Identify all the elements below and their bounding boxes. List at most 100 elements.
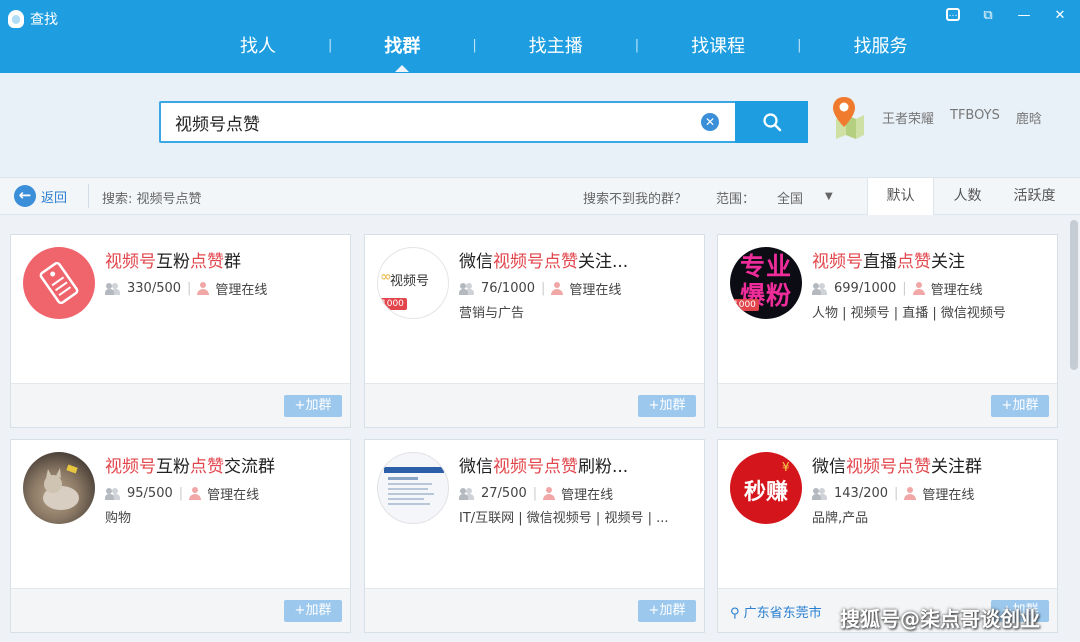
tab-find-courses[interactable]: 找课程 xyxy=(669,32,767,58)
join-group-button[interactable]: +加群 xyxy=(991,395,1049,417)
screenshot-thumbnail-icon xyxy=(384,467,444,505)
group-name[interactable]: 微信视频号点赞关注... xyxy=(459,247,628,272)
close-icon[interactable]: ✕ xyxy=(1052,8,1068,24)
hot-word-link[interactable]: 鹿晗 xyxy=(1016,108,1042,127)
group-name[interactable]: 视频号互粉点赞交流群 xyxy=(105,452,275,477)
search-icon xyxy=(762,113,781,132)
search-input[interactable] xyxy=(161,103,681,141)
nav-divider: | xyxy=(472,37,477,53)
hot-words: 王者荣耀 TFBOYS 鹿晗 xyxy=(882,108,1042,127)
sort-tab-activity[interactable]: 活跃度 xyxy=(1001,178,1068,215)
infinity-logo-icon: ∞ xyxy=(380,269,392,285)
group-avatar: 专业爆粉 1000 xyxy=(730,247,802,319)
range-value: 全国 xyxy=(777,192,804,207)
group-card[interactable]: 专业爆粉 1000 视频号直播点赞关注 699/1000 | 管理在线 人物 |… xyxy=(717,234,1058,428)
sort-tab-members[interactable]: 人数 xyxy=(934,178,1001,215)
card-footer: +加群 xyxy=(365,588,704,632)
group-avatar xyxy=(377,452,449,524)
feedback-icon[interactable]: … xyxy=(946,8,960,21)
search-button[interactable] xyxy=(735,101,808,143)
admin-status: 管理在线 xyxy=(207,488,260,503)
qq-logo-icon xyxy=(8,10,24,28)
admin-icon xyxy=(543,487,556,500)
join-group-button[interactable]: +加群 xyxy=(284,395,342,417)
group-card[interactable]: 微信视频号点赞刷粉... 27/500 | 管理在线 IT/互联网 | 微信视频… xyxy=(364,439,705,633)
name-highlight: 视频号点赞 xyxy=(493,457,578,477)
name-text: 直播 xyxy=(863,252,897,272)
member-count: 143/200 xyxy=(834,486,889,501)
name-highlight: 点赞 xyxy=(190,457,224,477)
back-button[interactable]: ← 返回 xyxy=(14,185,67,207)
meta-divider: | xyxy=(902,281,907,296)
tab-find-streamers[interactable]: 找主播 xyxy=(507,32,605,58)
admin-status: 管理在线 xyxy=(215,283,268,298)
search-summary: 搜索: 视频号点赞 xyxy=(102,192,202,207)
title-bar: 查找 … ⧉ — ✕ 找人 | 找群 | 找主播 | 找课程 | 找服务 xyxy=(0,0,1080,73)
member-limit-badge: 1000 xyxy=(730,299,759,311)
group-card[interactable]: 视频号 ∞ 1000 微信视频号点赞关注... 76/1000 | 管理在线 营… xyxy=(364,234,705,428)
group-card[interactable]: 视频号互粉点赞交流群 95/500 | 管理在线 购物 +加群 xyxy=(10,439,351,633)
location-pin-icon: ⚲ xyxy=(730,606,740,621)
card-footer: +加群 xyxy=(718,383,1057,427)
group-avatar xyxy=(23,452,95,524)
tab-find-people[interactable]: 找人 xyxy=(218,32,298,58)
back-arrow-icon: ← xyxy=(14,185,36,207)
name-highlight: 视频号 xyxy=(812,252,863,272)
group-tags: 营销与广告 xyxy=(459,306,525,321)
group-location: ⚲ 广东省东莞市 xyxy=(730,602,822,621)
admin-icon xyxy=(189,487,202,500)
group-name[interactable]: 视频号互粉点赞群 xyxy=(105,247,241,272)
name-highlight: 视频号 xyxy=(105,252,156,272)
group-tags: 人物 | 视频号 | 直播 | 微信视频号 xyxy=(812,306,1006,321)
avatar-label: 视频号 xyxy=(390,274,430,289)
tab-find-groups[interactable]: 找群 xyxy=(362,32,442,72)
clear-search-icon[interactable]: ✕ xyxy=(701,113,719,131)
hot-word-link[interactable]: 王者荣耀 xyxy=(882,108,934,127)
name-text: 交流群 xyxy=(224,457,275,477)
name-text: 微信 xyxy=(459,252,493,272)
join-group-button[interactable]: +加群 xyxy=(638,395,696,417)
group-name[interactable]: 微信视频号点赞关注群 xyxy=(812,452,982,477)
name-text: 群 xyxy=(224,252,241,272)
join-group-button[interactable]: +加群 xyxy=(638,600,696,622)
minimize-icon[interactable]: — xyxy=(1016,8,1032,24)
hot-word-link[interactable]: TFBOYS xyxy=(950,108,1000,127)
name-text: 微信 xyxy=(459,457,493,477)
group-name[interactable]: 视频号直播点赞关注 xyxy=(812,247,965,272)
cannot-find-group-link[interactable]: 搜索不到我的群？ xyxy=(583,188,687,207)
group-card[interactable]: 视频号互粉点赞群 330/500 | 管理在线 +加群 xyxy=(10,234,351,428)
card-footer: +加群 xyxy=(11,588,350,632)
tab-find-services[interactable]: 找服务 xyxy=(832,32,930,58)
main-nav: 找人 | 找群 | 找主播 | 找课程 | 找服务 xyxy=(218,32,930,72)
divider xyxy=(88,184,89,208)
name-highlight: 视频号点赞 xyxy=(846,457,931,477)
restore-icon[interactable]: ⧉ xyxy=(980,8,996,24)
nav-divider: | xyxy=(797,37,802,53)
admin-icon xyxy=(904,487,917,500)
results-grid: 视频号互粉点赞群 330/500 | 管理在线 +加群 视频号 ∞ 1000 微… xyxy=(0,216,1068,642)
admin-status: 管理在线 xyxy=(561,488,614,503)
location-map-icon[interactable] xyxy=(830,95,866,139)
member-limit-badge: 1000 xyxy=(378,298,407,310)
join-group-button[interactable]: +加群 xyxy=(284,600,342,622)
name-text: 微信 xyxy=(812,457,846,477)
sort-tab-default[interactable]: 默认 xyxy=(867,178,934,215)
nav-divider: | xyxy=(328,37,333,53)
name-highlight: 视频号 xyxy=(105,457,156,477)
name-highlight: 点赞 xyxy=(190,252,224,272)
range-label: 范围： xyxy=(716,192,756,207)
location-label: 广东省东莞市 xyxy=(743,606,822,621)
meta-divider: | xyxy=(187,281,192,296)
admin-status: 管理在线 xyxy=(930,283,983,298)
member-count: 27/500 xyxy=(481,486,527,501)
scrollbar-thumb[interactable] xyxy=(1070,220,1078,370)
members-icon xyxy=(812,282,828,295)
price-tag-icon xyxy=(39,261,79,305)
group-name[interactable]: 微信视频号点赞刷粉... xyxy=(459,452,628,477)
range-dropdown[interactable]: 全国 ▼ xyxy=(777,188,833,207)
name-text: 互粉 xyxy=(156,457,190,477)
group-tags: 品牌,产品 xyxy=(812,511,869,526)
name-text: 互粉 xyxy=(156,252,190,272)
member-count: 699/1000 xyxy=(834,281,897,296)
results-scrollbar[interactable] xyxy=(1068,216,1080,642)
